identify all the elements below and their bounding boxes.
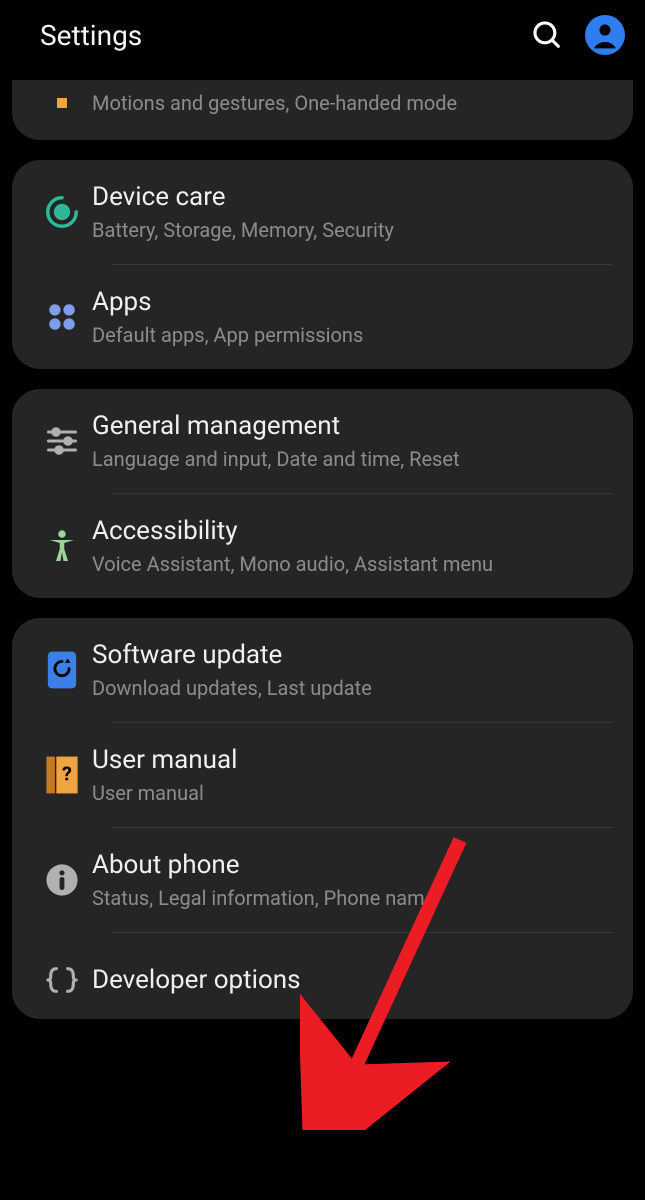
row-accessibility[interactable]: Accessibility Voice Assistant, Mono audi… — [12, 494, 633, 598]
row-title: Apps — [92, 287, 613, 317]
settings-list: Motions and gestures, One-handed mode De… — [0, 80, 645, 1019]
row-title: About phone — [92, 850, 613, 880]
user-manual-icon: ? — [32, 755, 92, 795]
software-update-icon — [32, 650, 92, 690]
card-general: General management Language and input, D… — [12, 389, 633, 598]
svg-text:?: ? — [62, 763, 72, 786]
row-software-update[interactable]: Software update Download updates, Last u… — [12, 618, 633, 722]
card-system: Software update Download updates, Last u… — [12, 618, 633, 1019]
row-title: Device care — [92, 182, 613, 212]
search-icon[interactable] — [527, 15, 567, 55]
card-device: Device care Battery, Storage, Memory, Se… — [12, 160, 633, 369]
row-title: Developer options — [92, 965, 613, 995]
advanced-icon — [32, 98, 92, 108]
accessibility-icon — [32, 528, 92, 564]
row-developer-options[interactable]: Developer options — [12, 933, 633, 1019]
card-advanced-features: Motions and gestures, One-handed mode — [12, 80, 633, 140]
row-title: User manual — [92, 745, 613, 775]
row-user-manual[interactable]: ? User manual User manual — [12, 723, 633, 827]
row-general-management[interactable]: General management Language and input, D… — [12, 389, 633, 493]
row-sub: User manual — [92, 781, 613, 805]
row-title: Software update — [92, 640, 613, 670]
page-title: Settings — [40, 19, 527, 52]
about-phone-icon — [32, 863, 92, 897]
row-sub: Battery, Storage, Memory, Security — [92, 218, 613, 242]
header-actions — [527, 15, 625, 55]
row-sub: Motions and gestures, One-handed mode — [92, 91, 613, 115]
row-title: General management — [92, 411, 613, 441]
row-advanced-features[interactable]: Motions and gestures, One-handed mode — [12, 80, 633, 140]
row-sub: Voice Assistant, Mono audio, Assistant m… — [92, 552, 613, 576]
device-care-icon — [32, 193, 92, 231]
row-about-phone[interactable]: About phone Status, Legal information, P… — [12, 828, 633, 932]
row-apps[interactable]: Apps Default apps, App permissions — [12, 265, 633, 369]
row-device-care[interactable]: Device care Battery, Storage, Memory, Se… — [12, 160, 633, 264]
row-title: Accessibility — [92, 516, 613, 546]
apps-icon — [32, 300, 92, 334]
row-sub: Status, Legal information, Phone name — [92, 886, 613, 910]
profile-icon[interactable] — [585, 15, 625, 55]
developer-options-icon — [32, 963, 92, 997]
row-sub: Language and input, Date and time, Reset — [92, 447, 613, 471]
row-sub: Download updates, Last update — [92, 676, 613, 700]
general-management-icon — [32, 423, 92, 459]
row-sub: Default apps, App permissions — [92, 323, 613, 347]
settings-header: Settings — [0, 0, 645, 70]
